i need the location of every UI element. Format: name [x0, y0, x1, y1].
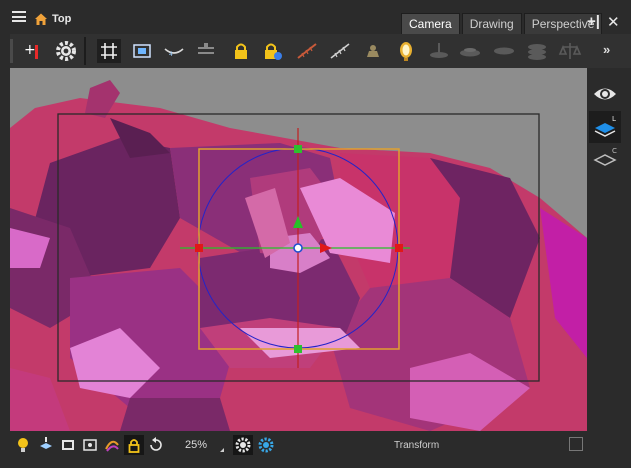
- bottom-strip: [0, 458, 631, 468]
- toolbar-separator: [84, 37, 86, 65]
- view-titlebar: Top Camera Drawing Perspective +| ✕: [0, 0, 631, 34]
- lamp-icon[interactable]: [394, 39, 418, 63]
- lock-plus-icon[interactable]: [261, 39, 285, 63]
- svg-text:+: +: [24, 42, 36, 58]
- reset-view-icon[interactable]: +: [22, 39, 46, 63]
- stack-layer-icon[interactable]: [525, 39, 549, 63]
- brush-mesh-icon[interactable]: [328, 39, 352, 63]
- current-tool-label: Transform: [394, 440, 440, 451]
- zoom-level[interactable]: 25%: [185, 439, 207, 451]
- disk-layer-icon[interactable]: [458, 39, 482, 63]
- close-view-button[interactable]: ✕: [607, 13, 620, 31]
- stamp-icon[interactable]: [361, 39, 385, 63]
- view-title: Top: [52, 13, 72, 25]
- status-checkbox[interactable]: [569, 437, 583, 451]
- reset-rotation-icon[interactable]: [146, 435, 166, 455]
- render-settings-icon[interactable]: [256, 435, 276, 455]
- safe-area-icon[interactable]: [130, 39, 154, 63]
- camera-toolbar: + 4: [10, 34, 631, 68]
- flat-layer-icon[interactable]: [492, 39, 516, 63]
- bulb-icon[interactable]: [13, 435, 33, 455]
- lock-icon[interactable]: [229, 39, 253, 63]
- status-lock-icon[interactable]: [124, 435, 144, 455]
- view-tabs: Camera Drawing Perspective: [401, 13, 604, 34]
- layer-stack-icon[interactable]: C: [589, 144, 621, 176]
- add-view-button[interactable]: +|: [587, 13, 600, 30]
- draw-behind-icon[interactable]: [102, 435, 122, 455]
- handle-left: [195, 244, 203, 252]
- camera-mask-icon[interactable]: [80, 435, 100, 455]
- right-toolbar: L C: [587, 68, 631, 431]
- scene-artwork: [10, 80, 587, 431]
- tab-camera[interactable]: Camera: [401, 13, 460, 34]
- zoom-menu-caret[interactable]: [220, 448, 224, 452]
- ground-layer-icon[interactable]: [427, 39, 451, 63]
- svg-text:4: 4: [169, 51, 173, 58]
- home-icon: [35, 13, 47, 25]
- spaceship-lower-purple: [120, 398, 230, 431]
- toolbar-more-button[interactable]: »: [603, 42, 610, 57]
- menu-icon[interactable]: [12, 11, 26, 22]
- layer-up-icon[interactable]: [36, 435, 56, 455]
- light-table-icon[interactable]: [194, 39, 218, 63]
- render-gear-icon[interactable]: [233, 435, 253, 455]
- eye-icon[interactable]: [589, 78, 621, 110]
- camera-view-stage[interactable]: [10, 68, 587, 431]
- pivot-point: [293, 243, 303, 253]
- handle-right: [395, 244, 403, 252]
- pencil-mesh-icon[interactable]: [295, 39, 319, 63]
- frame-icon[interactable]: [58, 435, 78, 455]
- toolbar-grip[interactable]: [10, 39, 13, 63]
- onion-skin-icon[interactable]: 4: [162, 39, 186, 63]
- status-bar: 25% Transform: [10, 431, 587, 458]
- handle-bottom: [294, 345, 302, 353]
- settings-gear-icon[interactable]: [54, 39, 78, 63]
- scale-icon[interactable]: [558, 39, 582, 63]
- tab-drawing[interactable]: Drawing: [461, 13, 522, 34]
- grid-icon[interactable]: [97, 39, 121, 63]
- handle-top: [294, 145, 302, 153]
- svg-text:C: C: [612, 147, 617, 155]
- current-layer-icon[interactable]: L: [589, 111, 621, 143]
- svg-text:L: L: [612, 115, 616, 123]
